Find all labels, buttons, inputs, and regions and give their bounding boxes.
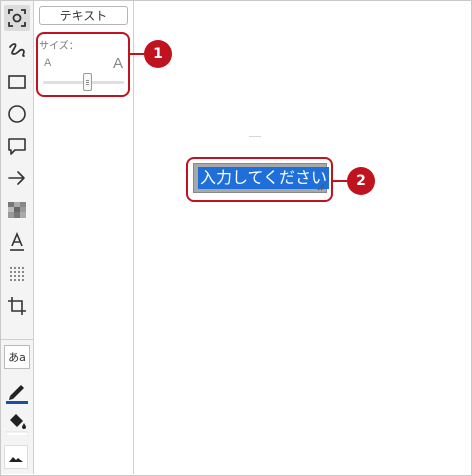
callout-1-badge: 1 — [144, 40, 172, 68]
scribble-icon — [9, 43, 25, 57]
callout-2-number: 2 — [356, 173, 366, 189]
callout-1-line — [129, 53, 145, 55]
rectangle-icon — [8, 75, 26, 89]
crop-icon — [8, 297, 26, 315]
ellipse-tool[interactable] — [4, 101, 30, 127]
callout-1-number: 1 — [153, 46, 163, 62]
rectangle-tool[interactable] — [4, 69, 30, 95]
callout-1-box — [36, 32, 130, 97]
callout-2-badge: 2 — [347, 167, 375, 195]
blur-dots-icon — [10, 267, 24, 281]
blur-tool[interactable] — [4, 261, 30, 287]
arrow-tool[interactable] — [4, 165, 30, 191]
capture-icon — [8, 9, 26, 27]
freehand-pen-tool[interactable] — [4, 37, 30, 63]
toolbar-divider — [1, 339, 33, 340]
crop-tool[interactable] — [4, 293, 30, 319]
mosaic-icon — [8, 202, 26, 218]
insert-image-tool[interactable] — [4, 445, 28, 469]
canvas-marker — [249, 136, 261, 137]
panel-title: テキスト — [39, 6, 128, 25]
paint-bucket-icon — [6, 414, 28, 436]
mosaic-tool[interactable] — [4, 197, 30, 223]
tool-sidebar: あa — [1, 1, 34, 474]
speech-bubble-tool[interactable] — [4, 133, 30, 159]
arrow-icon — [8, 171, 25, 185]
text-tool[interactable] — [4, 229, 30, 255]
font-button-label: あa — [8, 351, 26, 364]
text-underline-icon — [10, 232, 24, 251]
image-icon — [9, 457, 23, 462]
font-button[interactable]: あa — [4, 345, 30, 369]
fill-color-picker[interactable] — [4, 409, 30, 437]
screenshot-capture-tool[interactable] — [4, 5, 30, 31]
pen-icon — [6, 385, 28, 404]
callout-2-box — [186, 157, 333, 202]
pen-color-picker[interactable] — [4, 379, 30, 405]
speech-bubble-icon — [8, 138, 26, 155]
callout-2-line — [332, 180, 348, 182]
circle-icon — [8, 105, 26, 123]
